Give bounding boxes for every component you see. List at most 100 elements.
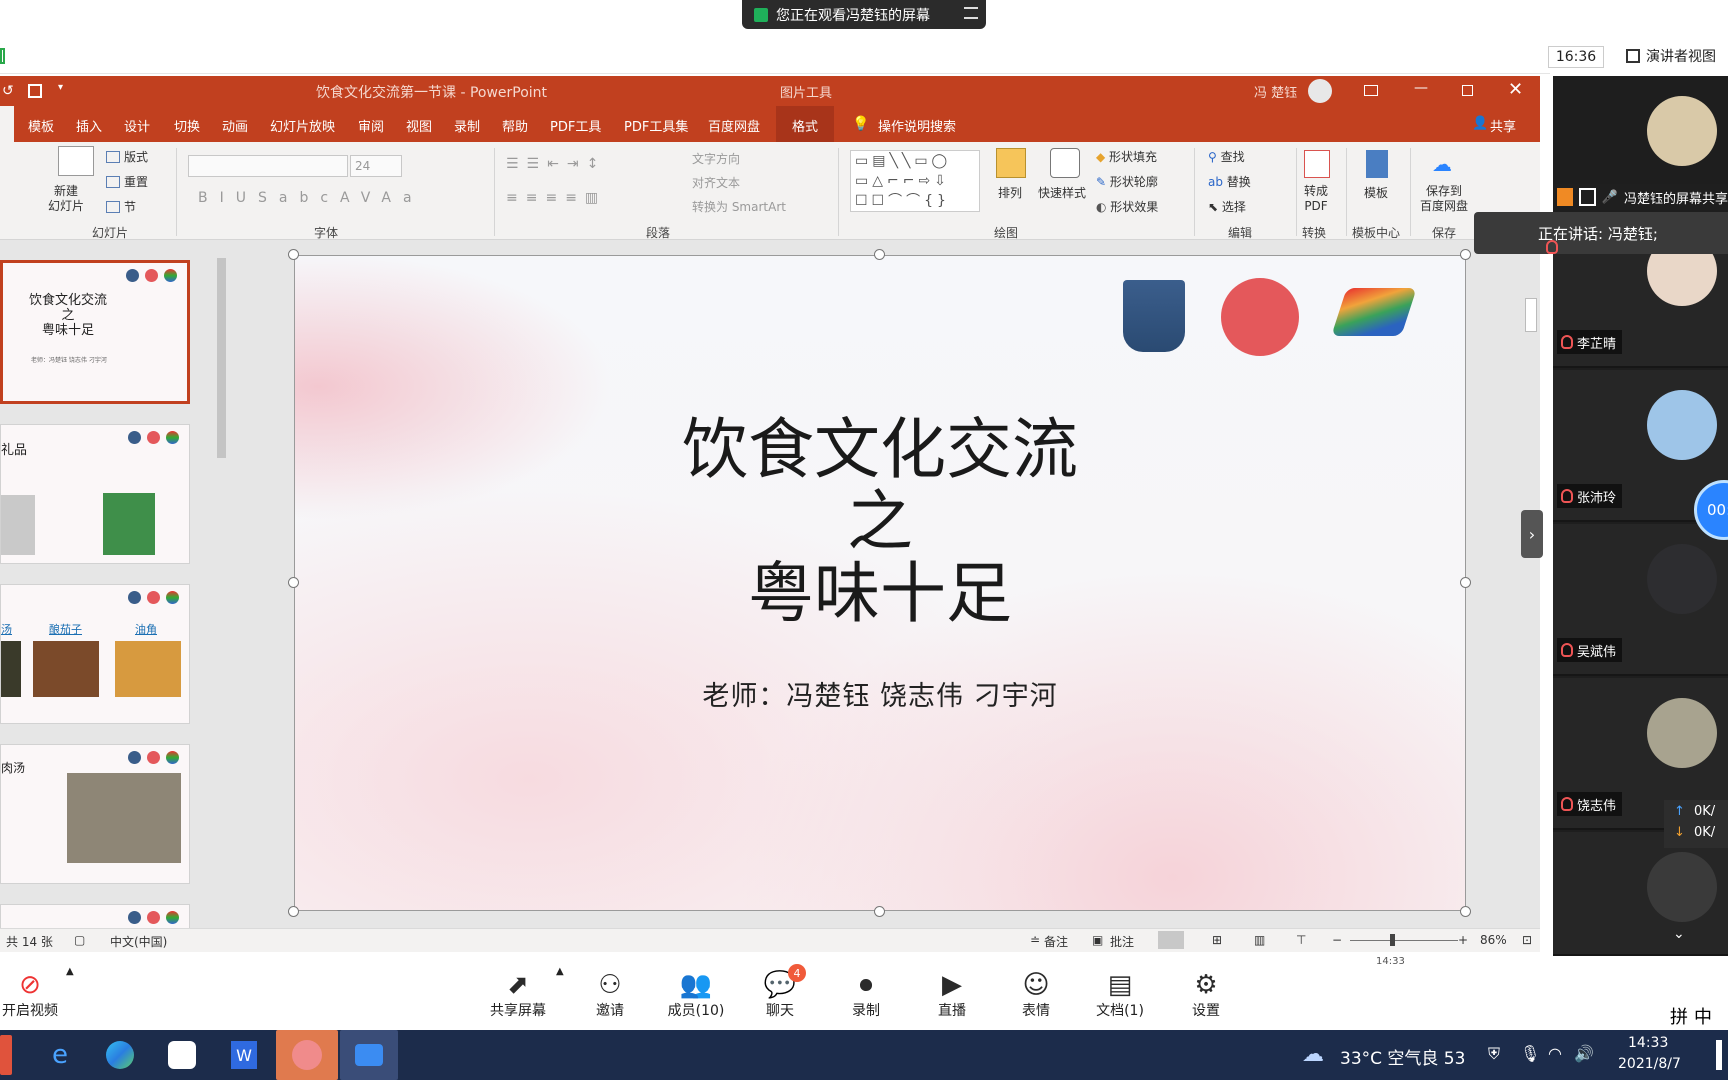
user-avatar[interactable]	[1308, 79, 1332, 103]
invite-button[interactable]: ⚇ 邀请	[570, 960, 650, 1024]
layout-button[interactable]: 版式	[106, 148, 148, 165]
resize-handle[interactable]	[874, 906, 885, 917]
shape-effects-button[interactable]: ◐ 形状效果	[1096, 198, 1158, 215]
reactions-button[interactable]: ☺ 表情	[996, 960, 1076, 1024]
tab-pdf-toolset[interactable]: PDF工具集	[624, 116, 688, 135]
quick-styles-button[interactable]: 快速样式	[1038, 184, 1086, 201]
taskbar-app-edge[interactable]	[0, 1035, 12, 1075]
share-options-caret-icon[interactable]: ▲	[556, 966, 564, 977]
tab-pdf-tools[interactable]: PDF工具	[550, 116, 601, 135]
shape-outline-button[interactable]: ✎ 形状轮廓	[1096, 173, 1158, 190]
chevron-down-icon[interactable]: ⌄	[1673, 926, 1685, 942]
alignment-icons[interactable]: ≡≡≡≡▥	[506, 190, 606, 206]
tab-transitions[interactable]: 切换	[174, 116, 200, 135]
font-size-combo[interactable]: 24	[350, 155, 402, 177]
thumbnail-slide-2[interactable]: 礼品	[0, 424, 190, 564]
resize-handle[interactable]	[288, 906, 299, 917]
restore-icon[interactable]	[1462, 85, 1473, 96]
video-options-caret-icon[interactable]: ▲	[66, 966, 74, 977]
slide-teachers-line[interactable]: 老师：冯楚钰 饶志伟 刁宇河	[295, 674, 1465, 713]
zoom-slider-knob[interactable]	[1390, 934, 1395, 946]
tab-slideshow[interactable]: 幻灯片放映	[270, 116, 335, 135]
start-video-button[interactable]: ⊘ 开启视频	[0, 960, 70, 1024]
thumbnail-scroll-thumb[interactable]	[217, 258, 226, 458]
resize-handle[interactable]	[1460, 249, 1471, 260]
tab-animations[interactable]: 动画	[222, 116, 248, 135]
minimize-icon[interactable]: —	[1414, 80, 1428, 96]
members-button[interactable]: 👥 成员(10)	[656, 960, 736, 1024]
settings-button[interactable]: ⚙ 设置	[1166, 960, 1246, 1024]
volume-icon[interactable]: 🔊	[1574, 1044, 1594, 1063]
shapes-gallery[interactable]: ▭▤╲╲▭◯ ▭△⌐⌐⇨⇩ ☐☐⌒⌒{}	[850, 150, 980, 212]
edge-icon[interactable]	[98, 1035, 142, 1075]
convert-smartart-button[interactable]: 转换为 SmartArt	[692, 198, 786, 215]
record-button[interactable]: ⏺ 录制	[826, 960, 906, 1024]
to-pdf-button[interactable]: 转成 PDF	[1304, 184, 1328, 214]
current-slide[interactable]: 饮食文化交流 之 粤味十足 老师：冯楚钰 饶志伟 刁宇河	[294, 255, 1466, 911]
resize-handle[interactable]	[288, 249, 299, 260]
tab-insert[interactable]: 插入	[76, 116, 102, 135]
reading-view-icon[interactable]: ▥	[1254, 933, 1265, 947]
arrange-button[interactable]: 排列	[998, 184, 1022, 201]
normal-view-icon[interactable]	[1158, 931, 1184, 949]
template-button[interactable]: 模板	[1364, 184, 1388, 201]
ie-icon[interactable]: e	[38, 1035, 82, 1075]
spellcheck-icon[interactable]: ▢	[74, 933, 85, 947]
new-slide-button[interactable]: 新建 幻灯片	[48, 184, 84, 214]
align-text-button[interactable]: 对齐文本	[692, 174, 740, 191]
list-icons[interactable]: ☰☰⇤⇥↕	[506, 156, 606, 172]
tab-baidu-pan[interactable]: 百度网盘	[708, 116, 760, 135]
shape-fill-button[interactable]: ◆ 形状填充	[1096, 148, 1157, 165]
tab-home[interactable]	[0, 106, 14, 142]
font-format-icons[interactable]: BIUSabcAVAa	[198, 190, 424, 206]
presenter-view-button[interactable]: 演讲者视图	[1626, 46, 1716, 66]
zoom-level[interactable]: 86%	[1480, 933, 1507, 947]
tab-templates[interactable]: 模板	[28, 116, 54, 135]
tab-record[interactable]: 录制	[454, 116, 480, 135]
tab-view[interactable]: 视图	[406, 116, 432, 135]
taskbar-time[interactable]: 14:33	[1628, 1035, 1668, 1051]
thumbnail-slide-4[interactable]: 肉汤	[0, 744, 190, 884]
resize-handle[interactable]	[1460, 906, 1471, 917]
wps-writer-icon[interactable]: W	[222, 1035, 266, 1075]
powerpoint-taskbar-icon[interactable]	[276, 1030, 338, 1080]
resize-handle[interactable]	[1460, 577, 1471, 588]
zoom-slider[interactable]	[1350, 940, 1458, 941]
notes-button[interactable]: 备注	[1044, 933, 1068, 950]
fit-slide-icon[interactable]: ⊡	[1522, 933, 1532, 947]
slideshow-icon[interactable]	[28, 84, 42, 98]
language-indicator[interactable]: 中文(中国)	[110, 933, 167, 950]
tab-review[interactable]: 审阅	[358, 116, 384, 135]
live-button[interactable]: ▶ 直播	[912, 960, 992, 1024]
slideshow-view-icon[interactable]: ⊤	[1296, 933, 1306, 947]
tencent-meeting-app-icon[interactable]	[160, 1035, 204, 1075]
close-icon[interactable]: ✕	[1508, 79, 1523, 100]
taskbar-date[interactable]: 2021/8/7	[1618, 1056, 1681, 1072]
ribbon-display-icon[interactable]	[1364, 85, 1378, 96]
show-desktop-button[interactable]	[1716, 1040, 1722, 1070]
text-direction-button[interactable]: 文字方向	[692, 150, 740, 167]
tell-me-search[interactable]: 操作说明搜索	[878, 116, 956, 135]
slide-title[interactable]: 饮食文化交流 之 粤味十足	[295, 414, 1465, 630]
share-screen-button[interactable]: ⬈ 共享屏幕	[478, 960, 558, 1024]
new-slide-icon[interactable]	[58, 146, 94, 176]
find-button[interactable]: ⚲ 查找	[1208, 148, 1245, 165]
wifi-icon[interactable]: ◠	[1548, 1044, 1562, 1063]
documents-button[interactable]: ▤ 文档(1)	[1080, 960, 1160, 1024]
weather-text[interactable]: 33°C 空气良 53	[1340, 1044, 1465, 1069]
section-button[interactable]: 节	[106, 198, 136, 215]
voov-meeting-icon[interactable]	[340, 1030, 398, 1080]
zoom-out-icon[interactable]: −	[1332, 933, 1342, 947]
comments-button[interactable]: 批注	[1110, 933, 1134, 950]
ime-indicator[interactable]: 拼 中	[1670, 1004, 1724, 1028]
zoom-in-icon[interactable]: +	[1458, 933, 1468, 947]
participant-tile[interactable]: ⌄	[1553, 832, 1728, 956]
font-family-combo[interactable]	[188, 155, 348, 177]
participant-tile[interactable]: 吴斌伟	[1553, 524, 1728, 676]
chat-button[interactable]: 💬 聊天 4	[740, 960, 820, 1024]
save-baidu-button[interactable]: 保存到 百度网盘	[1420, 184, 1468, 214]
resize-handle[interactable]	[288, 577, 299, 588]
share-button[interactable]: 共享	[1490, 116, 1516, 135]
thumbnail-scrollbar[interactable]	[214, 244, 228, 924]
collapse-panel-button[interactable]: ›	[1521, 510, 1543, 558]
